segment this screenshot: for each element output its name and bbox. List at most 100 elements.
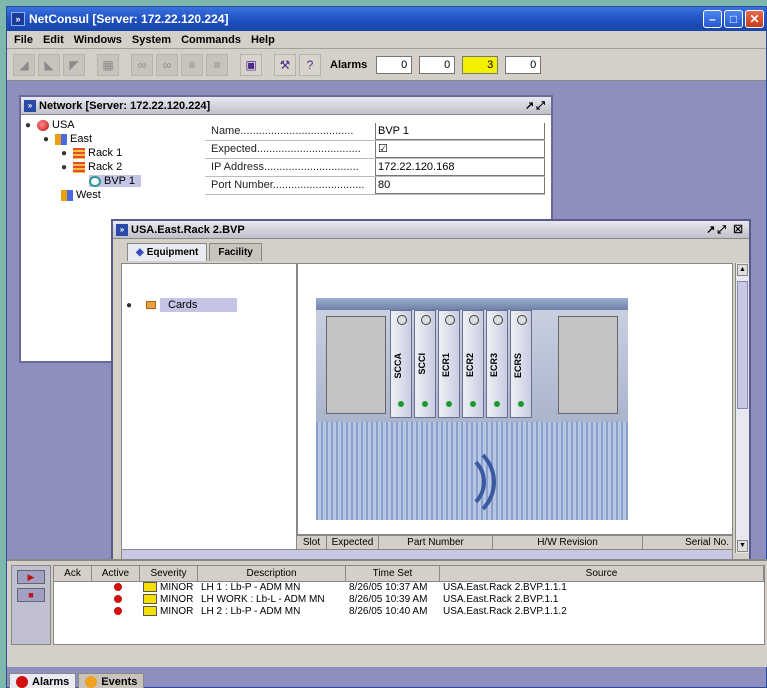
link-icon[interactable]: ∞ — [131, 53, 153, 76]
menu-bar: File Edit Windows System Commands Help — [7, 31, 766, 49]
name-field[interactable]: BVP 1 — [375, 123, 545, 140]
column-description[interactable]: Description — [198, 566, 346, 581]
tree-node-bvp1[interactable]: BVP 1 — [89, 175, 141, 187]
minimize-button[interactable]: – — [703, 10, 722, 28]
expected-checkbox[interactable]: ☑ — [375, 141, 545, 158]
port-number-field[interactable]: 80 — [375, 177, 545, 194]
column-serial-no[interactable]: Serial No. — [643, 536, 733, 549]
bracket-icon[interactable]: ≡ — [181, 53, 203, 76]
network-window-controls[interactable]: ↗⤢ — [525, 99, 547, 113]
alarm-severity: MINOR — [140, 594, 198, 606]
align-center-icon[interactable]: ◣ — [38, 53, 60, 76]
maximize-button[interactable]: □ — [724, 10, 743, 28]
tab-events[interactable]: Events — [78, 673, 145, 688]
expand-icon[interactable]: ● — [61, 148, 71, 159]
tree-node-east[interactable]: ● East — [43, 133, 92, 145]
card-slot-scca[interactable]: SCCA — [390, 310, 412, 418]
alarm-severity: MINOR — [140, 606, 198, 618]
expand-icon[interactable]: ● — [61, 162, 71, 173]
tab-alarms-label: Alarms — [32, 675, 70, 688]
device-window-title-bar[interactable]: » USA.East.Rack 2.BVP ↗⤢ ☒ — [113, 221, 749, 239]
menu-system[interactable]: System — [127, 34, 176, 46]
tab-facility[interactable]: Facility — [209, 243, 262, 261]
tree-label-east: East — [70, 133, 93, 145]
card-slot-ecr3[interactable]: ECR3 — [486, 310, 508, 418]
alarm-row[interactable]: MINOR LH 1 : Lb-P - ADM MN 8/26/05 10:37… — [54, 582, 764, 594]
menu-windows[interactable]: Windows — [69, 34, 127, 46]
tree-label-usa: USA — [52, 119, 75, 131]
card-slot-ecrs[interactable]: ECRS — [510, 310, 532, 418]
column-expected[interactable]: Expected — [327, 536, 379, 549]
device-icon — [89, 175, 101, 187]
column-ack[interactable]: Ack — [54, 566, 92, 581]
alarm-count-major[interactable]: 0 — [419, 55, 456, 74]
scroll-up-icon[interactable]: ▲ — [737, 264, 748, 276]
active-alarm-icon — [113, 595, 122, 604]
alarm-source: USA.East.Rack 2.BVP.1.1 — [443, 594, 559, 605]
menu-edit[interactable]: Edit — [38, 34, 69, 46]
link2-icon[interactable]: ∞ — [156, 53, 178, 76]
alarm-row[interactable]: MINOR LH WORK : Lb-L - ADM MN 8/26/05 10… — [54, 594, 764, 606]
column-hw-revision[interactable]: H/W Revision — [493, 536, 643, 549]
tree-node-usa[interactable]: ● USA — [25, 119, 75, 131]
network-window-title-bar[interactable]: » Network [Server: 172.22.120.224] ↗⤢ — [21, 97, 551, 115]
card-slot-ecr2[interactable]: ECR2 — [462, 310, 484, 418]
alarm-description: LH WORK : Lb-L - ADM MN — [201, 594, 325, 605]
alarm-row[interactable]: MINOR LH 2 : Lb-P - ADM MN 8/26/05 10:40… — [54, 606, 764, 618]
column-source[interactable]: Source — [440, 566, 764, 581]
scroll-down-icon[interactable]: ▼ — [737, 540, 748, 552]
expand-icon[interactable]: ● — [25, 120, 35, 131]
close-button[interactable]: ✕ — [745, 10, 764, 28]
acknowledge-icon[interactable]: ▶ — [17, 570, 45, 584]
folder-icon — [146, 301, 156, 309]
menu-file[interactable]: File — [9, 34, 38, 46]
ip-address-field[interactable]: 172.22.120.168 — [375, 159, 545, 176]
tab-facility-label: Facility — [218, 247, 253, 258]
column-severity[interactable]: Severity — [140, 566, 198, 581]
alarm-description: LH 2 : Lb-P - ADM MN — [201, 606, 301, 617]
card-label: ECRS — [513, 353, 523, 379]
screw-icon — [493, 315, 503, 325]
alarm-source: USA.East.Rack 2.BVP.1.1.2 — [443, 606, 567, 617]
device-window-controls[interactable]: ↗⤢ ☒ — [706, 223, 745, 237]
alarm-count-critical[interactable]: 0 — [376, 55, 413, 74]
card-label: SCCA — [393, 353, 403, 379]
column-part-number[interactable]: Part Number — [379, 536, 493, 549]
tab-equipment[interactable]: ◆ Equipment — [127, 243, 208, 261]
tree-node-rack1[interactable]: ● Rack 1 — [61, 147, 122, 159]
window-title: NetConsul [Server: 172.22.120.224] — [29, 12, 229, 26]
monitor-icon[interactable]: ▣ — [240, 53, 262, 76]
column-slot[interactable]: Slot — [297, 536, 327, 549]
column-active[interactable]: Active — [92, 566, 140, 581]
screw-icon — [421, 315, 431, 325]
title-bar[interactable]: » NetConsul [Server: 172.22.120.224] – □… — [7, 7, 766, 31]
filter-icon[interactable]: ■ — [17, 588, 45, 602]
expand-icon[interactable]: ● — [43, 134, 53, 145]
column-time-set[interactable]: Time Set — [346, 566, 440, 581]
tree-node-rack2[interactable]: ● Rack 2 — [61, 161, 122, 173]
alarm-count-warning[interactable]: 0 — [505, 55, 542, 74]
expand-icon[interactable]: ● — [126, 300, 136, 311]
help-pointer-icon[interactable]: ? — [299, 53, 321, 76]
bracket2-icon[interactable]: ≡ — [206, 53, 228, 76]
menu-help[interactable]: Help — [246, 34, 280, 46]
device-tabs: ◆ Equipment Facility — [127, 243, 264, 261]
menu-commands[interactable]: Commands — [176, 34, 246, 46]
tab-alarms[interactable]: Alarms — [9, 673, 77, 688]
grid-icon[interactable]: ▦ — [97, 53, 119, 76]
prop-label: IP Address..............................… — [211, 161, 359, 173]
align-right-icon[interactable]: ◤ — [63, 53, 85, 76]
tree-node-west[interactable]: West — [61, 189, 101, 201]
tree-node-cards[interactable]: ● Cards — [126, 298, 238, 312]
severity-swatch — [143, 582, 157, 593]
vertical-scrollbar[interactable]: ▲ ▼ — [735, 263, 749, 553]
tools-icon[interactable]: ⚒ — [274, 53, 296, 76]
building-icon — [61, 189, 73, 201]
align-left-icon[interactable]: ◢ — [13, 53, 35, 76]
card-slot-ecr1[interactable]: ECR1 — [438, 310, 460, 418]
card-slot-scci[interactable]: SCCI — [414, 310, 436, 418]
alarm-time: 8/26/05 10:37 AM — [349, 582, 428, 593]
alarm-count-minor[interactable]: 3 — [462, 55, 499, 74]
tree-label-rack2: Rack 2 — [88, 161, 123, 173]
scroll-thumb[interactable] — [737, 281, 748, 409]
